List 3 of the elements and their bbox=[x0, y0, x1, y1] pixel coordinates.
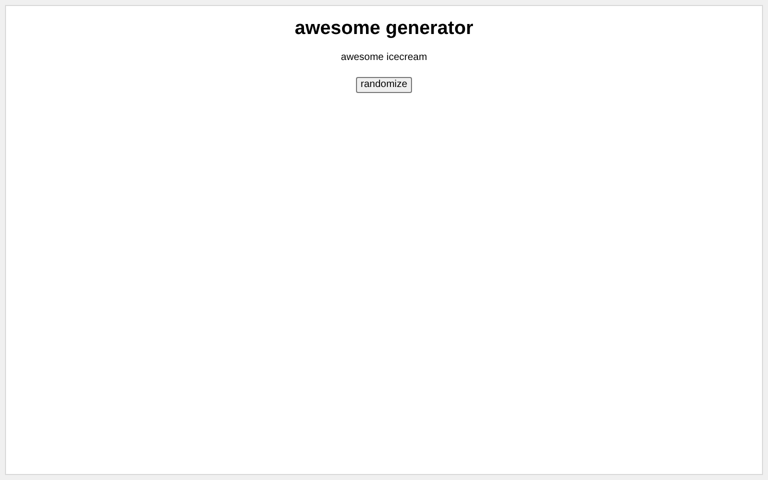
generated-text: awesome icecream bbox=[340, 50, 428, 65]
page-title: awesome generator bbox=[294, 18, 474, 41]
randomize-button[interactable]: randomize bbox=[356, 76, 412, 93]
